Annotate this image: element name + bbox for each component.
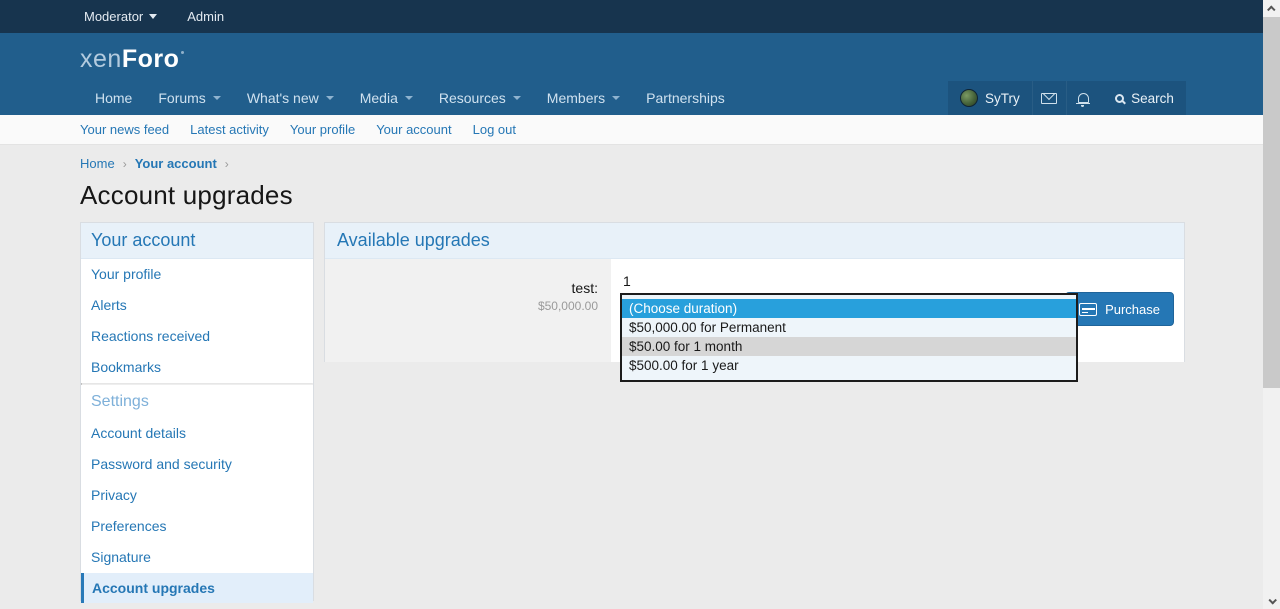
vertical-scrollbar[interactable] <box>1263 0 1280 609</box>
chevron-down-icon <box>405 96 413 100</box>
username-link[interactable]: SyTry <box>985 91 1020 106</box>
nav-label: Resources <box>439 90 506 106</box>
breadcrumb-separator: › <box>123 157 127 171</box>
upgrade-control-cell: 1 (Choose duration) $50,000.00 for Perma… <box>611 259 1184 362</box>
search-button-label: Search <box>1131 91 1174 106</box>
sidebar-item-alerts[interactable]: Alerts <box>81 290 313 321</box>
site-header: xenForo Home Forums What's new Media Res… <box>0 33 1263 115</box>
scroll-down-button[interactable] <box>1263 592 1280 609</box>
inbox-button[interactable] <box>1032 81 1066 115</box>
bell-icon <box>1078 93 1089 103</box>
logo-part-2: Foro <box>122 45 180 73</box>
main-navigation: Home Forums What's new Media Resources M… <box>82 81 738 115</box>
moderator-menu[interactable]: Moderator <box>84 9 157 24</box>
chevron-down-icon <box>149 14 157 19</box>
breadcrumb-your-account[interactable]: Your account <box>135 156 217 171</box>
search-icon <box>1115 94 1124 103</box>
nav-item-resources[interactable]: Resources <box>426 81 534 115</box>
duration-select-dropdown: (Choose duration) $50,000.00 for Permane… <box>620 293 1078 382</box>
sidebar-item-your-profile[interactable]: Your profile <box>81 259 313 290</box>
duration-option-1-year[interactable]: $500.00 for 1 year <box>622 356 1076 375</box>
chevron-down-icon <box>513 96 521 100</box>
moderator-menu-label: Moderator <box>84 9 143 24</box>
sidebar-item-privacy[interactable]: Privacy <box>81 480 313 511</box>
available-upgrades-panel: Available upgrades test: $50,000.00 1 (C… <box>324 222 1185 362</box>
subnav-latest-activity[interactable]: Latest activity <box>190 122 269 137</box>
chevron-down-icon <box>213 96 221 100</box>
nav-label: Partnerships <box>646 90 725 106</box>
nav-item-whats-new[interactable]: What's new <box>234 81 347 115</box>
sidebar-item-bookmarks[interactable]: Bookmarks <box>81 352 313 383</box>
site-logo[interactable]: xenForo <box>80 45 184 74</box>
nav-label: Home <box>95 90 132 106</box>
subnav-log-out[interactable]: Log out <box>473 122 516 137</box>
duration-option-choose[interactable]: (Choose duration) <box>622 299 1076 318</box>
subnav-your-account[interactable]: Your account <box>376 122 451 137</box>
sidebar-item-account-details[interactable]: Account details <box>81 418 313 449</box>
sidebar-header: Your account <box>81 223 313 259</box>
purchase-button[interactable]: Purchase <box>1065 292 1174 326</box>
chevron-down-icon <box>326 96 334 100</box>
nav-label: Media <box>360 90 398 106</box>
scroll-down-icon <box>1268 596 1276 604</box>
sidebar-item-signature[interactable]: Signature <box>81 542 313 573</box>
nav-label: Members <box>547 90 605 106</box>
avatar[interactable] <box>960 89 978 107</box>
upgrade-quantity: 1 <box>623 273 631 289</box>
nav-item-media[interactable]: Media <box>347 81 426 115</box>
chevron-down-icon <box>612 96 620 100</box>
nav-item-home[interactable]: Home <box>82 81 145 115</box>
sidebar-item-reactions-received[interactable]: Reactions received <box>81 321 313 352</box>
upgrade-label-cell: test: $50,000.00 <box>325 259 611 362</box>
subnav-your-profile[interactable]: Your profile <box>290 122 355 137</box>
sidebar-item-preferences[interactable]: Preferences <box>81 511 313 542</box>
scroll-up-button[interactable] <box>1263 0 1280 17</box>
nav-item-members[interactable]: Members <box>534 81 633 115</box>
upgrade-name: test: <box>325 280 598 296</box>
upgrade-price: $50,000.00 <box>325 299 598 313</box>
logo-part-1: xen <box>80 45 122 73</box>
panel-title: Available upgrades <box>325 223 1184 259</box>
nav-item-partnerships[interactable]: Partnerships <box>633 81 738 115</box>
envelope-icon <box>1041 93 1057 104</box>
nav-item-forums[interactable]: Forums <box>145 81 233 115</box>
scrollbar-thumb[interactable] <box>1263 17 1280 388</box>
upgrade-row: test: $50,000.00 1 (Choose duration) $50… <box>325 259 1184 362</box>
account-subnav: Your news feed Latest activity Your prof… <box>0 115 1263 145</box>
breadcrumb: Home › Your account › <box>80 156 229 171</box>
admin-link-label: Admin <box>187 9 224 24</box>
duration-option-permanent[interactable]: $50,000.00 for Permanent <box>622 318 1076 337</box>
search-button[interactable]: Search <box>1103 81 1186 115</box>
admin-toolbar: Moderator Admin <box>0 0 1263 33</box>
breadcrumb-separator: › <box>225 157 229 171</box>
alerts-button[interactable] <box>1066 81 1100 115</box>
admin-link[interactable]: Admin <box>187 9 224 24</box>
user-account-block: SyTry <box>948 81 1106 115</box>
nav-label: What's new <box>247 90 319 106</box>
sidebar-item-account-upgrades[interactable]: Account upgrades <box>81 573 313 603</box>
sidebar-settings-header: Settings <box>81 385 313 418</box>
nav-label: Forums <box>158 90 205 106</box>
breadcrumb-home[interactable]: Home <box>80 156 115 171</box>
logo-trademark-dot <box>181 51 184 54</box>
duration-option-1-month[interactable]: $50.00 for 1 month <box>622 337 1076 356</box>
sidebar-item-password-and-security[interactable]: Password and security <box>81 449 313 480</box>
purchase-button-label: Purchase <box>1105 302 1160 317</box>
account-sidebar: Your account Your profile Alerts Reactio… <box>80 222 314 601</box>
page-title: Account upgrades <box>80 180 293 211</box>
scroll-up-icon <box>1267 5 1275 13</box>
subnav-your-news-feed[interactable]: Your news feed <box>80 122 169 137</box>
credit-card-icon <box>1079 303 1097 316</box>
